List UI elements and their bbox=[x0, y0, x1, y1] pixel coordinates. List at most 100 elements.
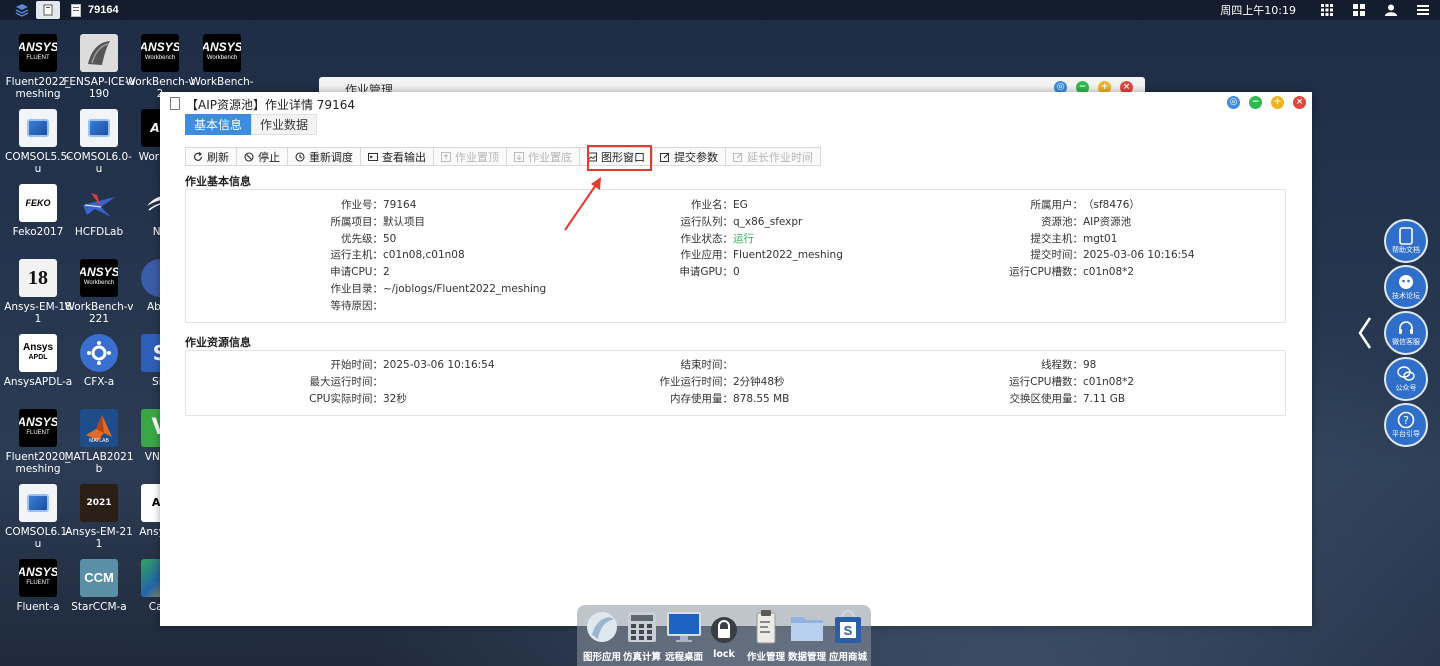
apps-grid-icon[interactable] bbox=[1320, 3, 1334, 17]
pin-bottom-button[interactable]: 作业置底 bbox=[507, 148, 580, 165]
dock: 图形应用 仿真计算 远程桌面 lock 作业管理 数据管理 S 应用商城 bbox=[577, 605, 871, 666]
extend-time-button[interactable]: 延长作业时间 bbox=[726, 148, 820, 165]
apdl-logo-icon: Ansys APDL bbox=[19, 334, 57, 372]
view-output-button[interactable]: 查看输出 bbox=[361, 148, 434, 165]
info-key: 线程数： bbox=[1041, 359, 1083, 371]
info-row: 提交时间：2025-03-06 10:16:54 bbox=[186, 247, 1195, 262]
info-row: 提交主机：mgt01 bbox=[186, 231, 1118, 246]
stop-icon bbox=[244, 151, 254, 162]
starccm-logo-icon: CCM bbox=[80, 559, 118, 597]
forum-icon bbox=[1397, 273, 1415, 291]
document-icon bbox=[170, 97, 180, 110]
job-detail-window: 【AIP资源池】作业详情 79164 ◎ − + × 基本信息 作业数据 刷新 … bbox=[160, 92, 1312, 626]
menu-icon[interactable] bbox=[1416, 3, 1430, 17]
detail-tabs: 基本信息 作业数据 bbox=[185, 114, 318, 135]
info-row: 线程数：98 bbox=[186, 357, 1096, 372]
headset-icon bbox=[1397, 319, 1415, 337]
store-icon: S bbox=[830, 609, 866, 645]
help-doc-icon bbox=[1397, 227, 1415, 245]
help-doc-button[interactable]: 帮助文档 bbox=[1384, 219, 1428, 263]
window-minimize-button[interactable]: − bbox=[1249, 96, 1262, 109]
wechat-icon bbox=[1397, 365, 1415, 383]
ansys-em-logo-icon: 18 bbox=[19, 259, 57, 297]
ansys-logo-icon: ANSYS Workbench bbox=[141, 34, 179, 72]
resource-info-panel: 开始时间：2025-03-06 10:16:54 最大运行时间： CPU实际时间：3… bbox=[185, 350, 1286, 416]
desktop-icon-label: WorkBench- bbox=[190, 76, 254, 88]
matlab-logo-icon: MATLAB bbox=[80, 409, 118, 447]
window-title: 【AIP资源池】作业详情 79164 bbox=[186, 98, 355, 112]
annotation-arrow bbox=[564, 177, 601, 231]
comsol-logo-icon bbox=[19, 484, 57, 522]
dock-app-store[interactable]: S 应用商城 bbox=[827, 609, 869, 663]
info-value: 2025-03-06 10:16:54 bbox=[1083, 249, 1195, 262]
ansys-logo-icon: ANSYS FLUENT bbox=[19, 34, 57, 72]
dock-lock[interactable]: lock bbox=[703, 609, 745, 660]
info-row: 运行CPU槽数：c01n08*2 bbox=[186, 264, 1134, 279]
window-grid-icon[interactable] bbox=[1352, 3, 1366, 17]
dock-remote-desktop[interactable]: 远程桌面 bbox=[663, 609, 705, 663]
info-key: 提交主机： bbox=[1030, 232, 1084, 245]
tab-basic-info[interactable]: 基本信息 bbox=[185, 114, 252, 135]
cfx-gear-icon bbox=[80, 334, 118, 372]
info-key: 运行CPU槽数： bbox=[1009, 376, 1083, 388]
info-row: 作业目录：~/joblogs/Fluent2022_meshing bbox=[186, 281, 547, 296]
pin-top-button[interactable]: 作业置顶 bbox=[434, 148, 507, 165]
comsol-logo-icon bbox=[19, 109, 57, 147]
info-value: AIP资源池 bbox=[1083, 215, 1132, 228]
info-value: 7.11 GB bbox=[1083, 393, 1126, 405]
graphics-app-icon bbox=[584, 609, 620, 645]
info-row: 等待原因： bbox=[186, 298, 384, 313]
folder-icon bbox=[789, 609, 825, 645]
dock-graphics-app[interactable]: 图形应用 bbox=[581, 609, 623, 663]
ansys-logo-icon: ANSYS FLUENT bbox=[19, 559, 57, 597]
top-bar: 79164 周四上午10:19 bbox=[0, 0, 1440, 20]
reschedule-icon bbox=[295, 151, 305, 162]
dock-data-management[interactable]: 数据管理 bbox=[786, 609, 828, 663]
info-value: ~/joblogs/Fluent2022_meshing bbox=[383, 283, 547, 295]
desktop-icon-workbench[interactable]: ANSYS Workbench WorkBench- bbox=[186, 34, 258, 88]
resource-info-title: 作业资源信息 bbox=[185, 336, 251, 349]
info-key: 所属用户： bbox=[1030, 199, 1084, 211]
official-account-button[interactable]: 公众号 bbox=[1384, 357, 1428, 401]
info-value: c01n08*2 bbox=[1083, 266, 1135, 279]
window-close-button[interactable]: × bbox=[1293, 96, 1306, 109]
dock-simulation[interactable]: 仿真计算 bbox=[621, 609, 663, 663]
chevron-left-icon[interactable] bbox=[1357, 316, 1373, 350]
ansys-em-logo-icon: 2021 bbox=[80, 484, 118, 522]
layers-logo-icon[interactable] bbox=[12, 0, 32, 20]
info-row: 资源池：AIP资源池 bbox=[186, 214, 1131, 229]
graphics-window-button[interactable]: 图形窗口 bbox=[580, 148, 653, 165]
submit-params-button[interactable]: 提交参数 bbox=[653, 148, 726, 165]
tab-job-data[interactable]: 作业数据 bbox=[251, 114, 318, 135]
edit-icon bbox=[660, 152, 670, 162]
basic-info-panel: 作业号：79164 所属项目：默认项目 优先级：50 运行主机：c01n08,c01n… bbox=[185, 189, 1286, 323]
wechat-service-button[interactable]: 微信客服 bbox=[1384, 311, 1428, 355]
info-row: 所属用户：（sf8476） bbox=[186, 197, 1140, 212]
forum-button[interactable]: 技术论坛 bbox=[1384, 265, 1428, 309]
taskbar-task-title[interactable]: 79164 bbox=[88, 4, 119, 16]
user-icon[interactable] bbox=[1384, 3, 1398, 17]
platform-guide-button[interactable]: ? 平台引导 bbox=[1384, 403, 1428, 447]
show-desktop-button[interactable] bbox=[36, 1, 60, 19]
info-key: 作业目录： bbox=[330, 283, 384, 295]
ansys-logo-icon: ANSYS FLUENT bbox=[19, 409, 57, 447]
comsol-logo-icon bbox=[80, 109, 118, 147]
refresh-button[interactable]: 刷新 bbox=[186, 148, 237, 165]
clock: 周四上午10:19 bbox=[1220, 4, 1296, 17]
refresh-icon bbox=[193, 151, 203, 162]
ansys-logo-icon: ANSYS Workbench bbox=[203, 34, 241, 72]
window-maximize-button[interactable]: + bbox=[1271, 96, 1284, 109]
stop-button[interactable]: 停止 bbox=[237, 148, 288, 165]
job-toolbar: 刷新 停止 重新调度 查看输出 作业置顶 作业置底 图形窗口 提交参数 延长作业… bbox=[185, 147, 821, 166]
info-row: 运行CPU槽数：c01n08*2 bbox=[186, 374, 1134, 389]
basic-info-title: 作业基本信息 bbox=[185, 175, 251, 188]
info-value: 98 bbox=[1083, 359, 1097, 371]
reschedule-button[interactable]: 重新调度 bbox=[288, 148, 361, 165]
hcfdlab-logo-icon bbox=[80, 184, 118, 222]
info-value: c01n08*2 bbox=[1083, 376, 1135, 388]
calculator-icon bbox=[624, 609, 660, 645]
window-restore-button[interactable]: ◎ bbox=[1227, 96, 1240, 109]
job-manage-icon bbox=[748, 609, 784, 645]
dock-job-management[interactable]: 作业管理 bbox=[745, 609, 787, 663]
pin-bottom-icon bbox=[514, 151, 524, 162]
